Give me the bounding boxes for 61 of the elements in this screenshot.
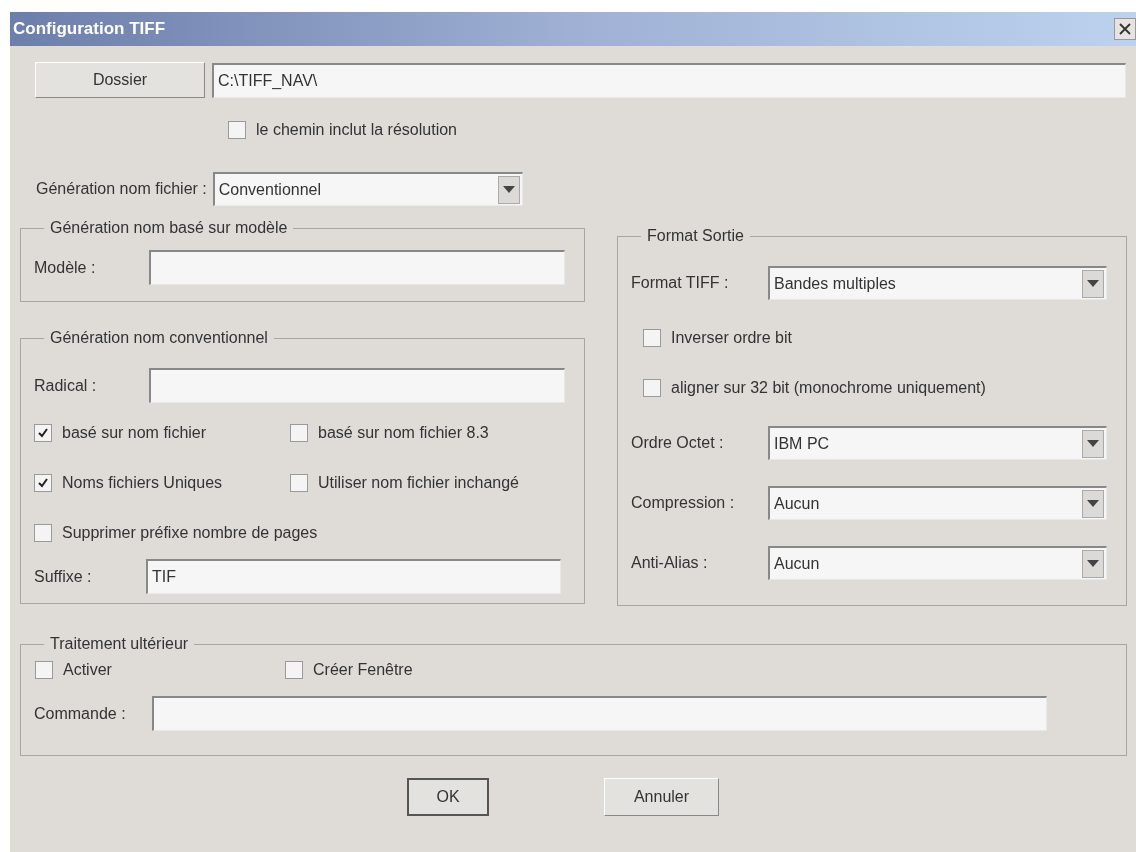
checkbox-label: Utiliser nom fichier inchangé	[318, 473, 519, 493]
field-label: Format TIFF :	[631, 273, 730, 293]
checkbox-label: basé sur nom fichier 8.3	[318, 423, 489, 443]
checkmark-icon	[37, 477, 49, 489]
field-label: Modèle :	[34, 257, 97, 278]
group-title: Génération nom basé sur modèle	[49, 218, 289, 238]
checkbox[interactable]	[290, 424, 308, 442]
checkbox[interactable]	[290, 474, 308, 492]
dialog-button[interactable]: Annuler	[604, 778, 719, 816]
checkbox[interactable]	[643, 329, 661, 347]
field-label: Radical :	[34, 375, 98, 396]
checkbox[interactable]	[643, 379, 661, 397]
checkbox[interactable]	[35, 661, 53, 679]
caret-down-icon	[1087, 440, 1099, 447]
text-field[interactable]	[149, 368, 565, 403]
folder-button[interactable]: Dossier	[35, 62, 205, 98]
checkbox[interactable]	[34, 474, 52, 492]
checkbox-label: Activer	[63, 660, 112, 680]
text-field[interactable]: TIF	[146, 559, 561, 594]
text-field[interactable]: C:\TIFF_NAV\	[212, 62, 1126, 98]
dialog-button[interactable]: OK	[407, 778, 489, 816]
group-title: Génération nom conventionnel	[49, 328, 269, 348]
dropdown-arrow-button[interactable]	[1082, 549, 1104, 578]
close-icon	[1119, 23, 1131, 35]
checkbox-label: Inverser ordre bit	[671, 328, 792, 348]
dropdown[interactable]: Aucun	[768, 546, 1107, 580]
caret-down-icon	[1087, 560, 1099, 567]
checkbox-label: basé sur nom fichier	[62, 423, 207, 443]
dropdown[interactable]: Bandes multiples	[768, 266, 1107, 300]
group-title: Traitement ultérieur	[49, 634, 190, 654]
field-label: Commande :	[34, 703, 127, 724]
field-label: Suffixe :	[34, 566, 93, 587]
field-label: Ordre Octet :	[631, 433, 725, 453]
text-field[interactable]	[149, 250, 565, 285]
group-title: Format Sortie	[646, 226, 745, 246]
dropdown-arrow-button[interactable]	[1082, 489, 1104, 518]
field-label: Génération nom fichier :	[36, 179, 207, 199]
checkbox-label: Créer Fenêtre	[313, 660, 413, 680]
field-label: Anti-Alias :	[631, 553, 709, 573]
caret-down-icon	[1087, 280, 1099, 287]
caret-down-icon	[1087, 500, 1099, 507]
caret-down-icon	[502, 186, 515, 193]
close-button[interactable]	[1114, 18, 1136, 40]
field-label: Compression :	[631, 493, 736, 513]
checkmark-icon	[37, 427, 49, 439]
dropdown[interactable]: Conventionnel	[212, 172, 523, 206]
checkbox[interactable]	[228, 121, 246, 139]
checkbox[interactable]	[34, 424, 52, 442]
dropdown-arrow-button[interactable]	[497, 175, 520, 204]
window-title: Configuration TIFF	[13, 18, 167, 41]
checkbox[interactable]	[285, 661, 303, 679]
text-field[interactable]	[152, 696, 1047, 731]
dropdown-arrow-button[interactable]	[1082, 269, 1104, 298]
checkbox[interactable]	[34, 524, 52, 542]
dropdown[interactable]: IBM PC	[768, 426, 1107, 460]
dropdown[interactable]: Aucun	[768, 486, 1107, 520]
checkbox-label: aligner sur 32 bit (monochrome uniquement)	[671, 378, 986, 398]
checkbox-label: le chemin inclut la résolution	[256, 120, 457, 140]
checkbox-label: Noms fichiers Uniques	[62, 473, 223, 493]
dropdown-arrow-button[interactable]	[1082, 429, 1104, 458]
checkbox-label: Supprimer préfixe nombre de pages	[62, 523, 318, 543]
